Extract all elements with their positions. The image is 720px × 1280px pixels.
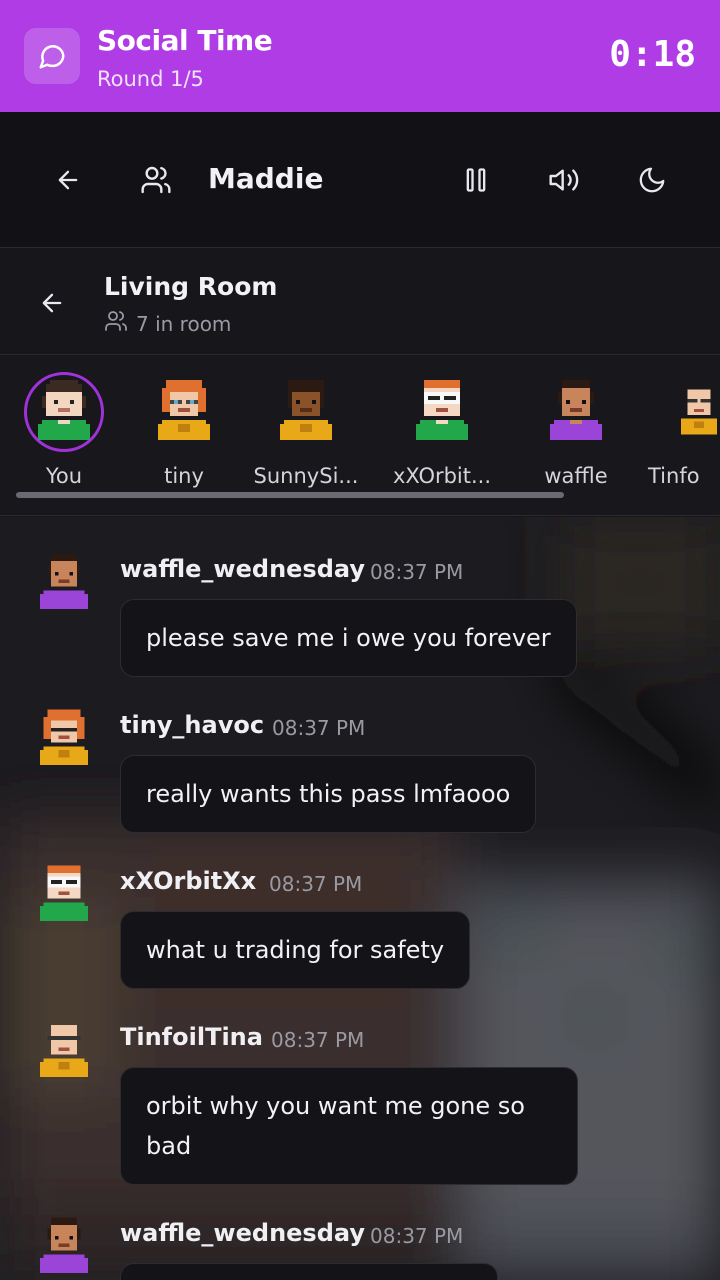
member-sunny[interactable]: SunnySi...: [251, 372, 361, 488]
avatar: [24, 372, 104, 452]
avatar: [638, 372, 720, 452]
member-name: tiny: [164, 464, 204, 488]
avatar: [402, 372, 482, 452]
users-icon: [104, 309, 128, 338]
volume-icon[interactable]: [546, 162, 582, 198]
avatar: [144, 372, 224, 452]
member-tiny[interactable]: tiny: [129, 372, 239, 488]
room-count-label: 7 in room: [136, 311, 232, 336]
round-banner: Social Time Round 1/5 0:18: [0, 0, 720, 112]
moon-icon[interactable]: [634, 162, 670, 198]
message-username: tiny_havoc: [120, 711, 265, 739]
chat-feed[interactable]: waffle_wednesday 08:37 PM please save me…: [0, 517, 720, 1280]
avatar: [40, 1021, 88, 1081]
message-username: waffle_wednesday: [120, 1219, 365, 1247]
room-title: Living Room: [104, 272, 278, 301]
avatar: [40, 553, 88, 613]
back-arrow-icon[interactable]: [34, 285, 70, 321]
horizontal-scrollbar[interactable]: [16, 492, 564, 498]
room-bar: Living Room 7 in room: [0, 249, 720, 355]
member-orbit[interactable]: xXOrbit...: [387, 372, 497, 488]
message-username: TinfoilTina: [120, 1023, 263, 1051]
avatar: [40, 709, 88, 769]
avatar: [536, 372, 616, 452]
message-timestamp: 08:37 PM: [370, 1224, 464, 1248]
room-occupancy: 7 in room: [104, 309, 231, 338]
message-bubble: please save me i owe you forever: [120, 599, 577, 677]
chat-bubble-icon: [24, 28, 80, 84]
message-timestamp: 08:37 PM: [271, 1028, 365, 1052]
member-name: xXOrbit...: [392, 464, 492, 488]
users-icon[interactable]: [138, 162, 174, 198]
member-name: waffle: [544, 464, 608, 488]
members-strip[interactable]: You tiny SunnySi... xXOrbit... waffle Ti…: [0, 356, 720, 516]
message-timestamp: 08:37 PM: [269, 872, 363, 896]
back-arrow-icon[interactable]: [50, 162, 86, 198]
message-bubble: [120, 1263, 498, 1280]
message-timestamp: 08:37 PM: [272, 716, 366, 740]
message-timestamp: 08:37 PM: [370, 560, 464, 584]
message-bubble: orbit why you want me gone so bad: [120, 1067, 578, 1185]
player-name: Maddie: [208, 162, 324, 195]
member-name: SunnySi...: [253, 464, 359, 488]
member-you[interactable]: You: [9, 372, 119, 488]
avatar: [266, 372, 346, 452]
member-name: You: [45, 464, 83, 488]
message-username: waffle_wednesday: [120, 555, 365, 583]
avatar: [40, 1217, 88, 1277]
message-username: xXOrbitXx: [120, 867, 257, 895]
member-name: Tinfo: [648, 464, 700, 488]
round-label: Round 1/5: [97, 67, 204, 91]
pause-icon[interactable]: [458, 162, 494, 198]
banner-title: Social Time: [97, 24, 273, 57]
app-root: Social Time Round 1/5 0:18 Maddie Living…: [0, 0, 720, 1280]
member-waffle[interactable]: waffle: [521, 372, 631, 488]
avatar: [40, 865, 88, 925]
message-bubble: what u trading for safety: [120, 911, 471, 989]
top-header: Maddie: [0, 112, 720, 248]
countdown-timer: 0:18: [609, 34, 696, 75]
message-bubble: really wants this pass lmfaooo: [120, 755, 537, 833]
member-tinfoil[interactable]: Tinfo: [638, 372, 720, 488]
